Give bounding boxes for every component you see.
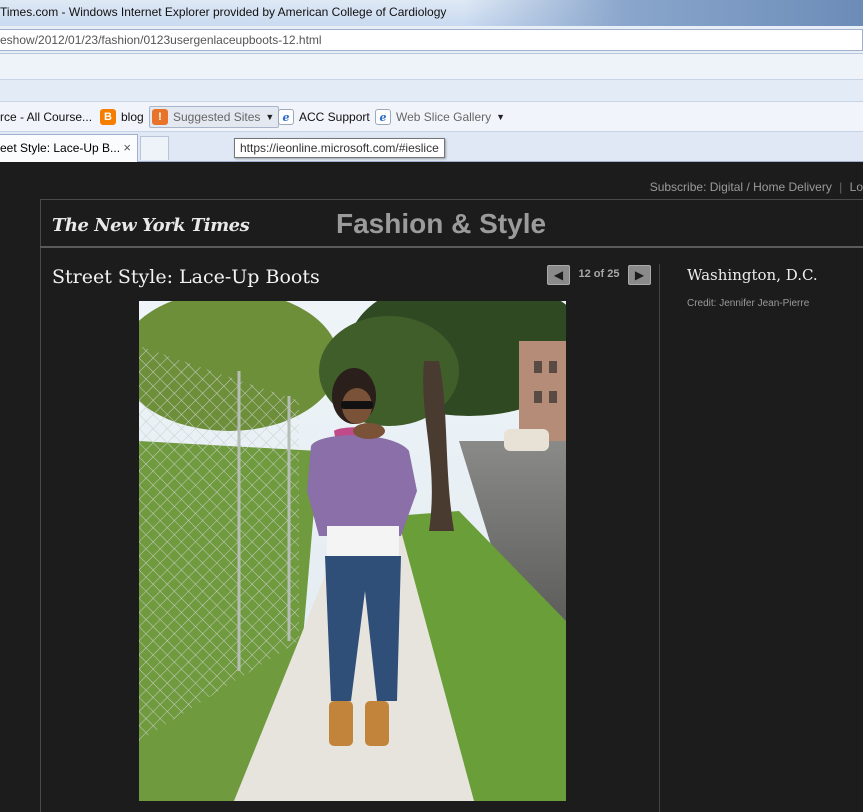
address-bar: eshow/2012/01/23/fashion/0123usergenlace… [0,26,863,54]
next-slide-button[interactable]: ▶ [628,265,651,285]
favorite-acc-support[interactable]: e ACC Support [278,108,370,126]
ie-page-icon: e [375,109,391,125]
favorite-all-courses[interactable]: rce - All Course... [0,108,92,126]
slideshow-photo [139,301,566,801]
command-bar [0,80,863,102]
suggested-sites-icon: ! [152,109,168,125]
blogger-icon: B [100,109,116,125]
nyt-logo[interactable]: The New York Times [52,215,250,236]
digital-link[interactable]: Digital [710,180,743,194]
utility-links: Subscribe: Digital / Home Delivery | Lo [650,180,863,194]
favorite-label: ACC Support [299,110,370,124]
favorite-web-slice-gallery[interactable]: e Web Slice Gallery ▼ [375,108,505,126]
favorite-label: blog [121,110,144,124]
tab-label: eet Style: Lace-Up B... [0,141,121,155]
favorite-label: Web Slice Gallery [396,110,492,124]
divider: / [746,180,750,194]
slide-counter: 12 of 25 [578,268,620,280]
titlebar-glare [463,0,863,26]
caption-title: Washington, D.C. [687,266,818,284]
new-tab-button[interactable] [140,136,169,160]
ie-page-icon: e [278,109,294,125]
subscribe-label: Subscribe: [649,180,707,194]
column-divider [659,264,660,812]
chevron-down-icon: ▼ [265,112,275,122]
login-link[interactable]: Lo [850,180,863,194]
favorite-label: rce - All Course... [0,110,93,124]
suggested-sites-button[interactable]: ! Suggested Sites ▼ [149,106,280,128]
favorites-bar: rce - All Course... B blog ! Suggested S… [0,102,863,132]
menu-bar [0,54,863,80]
close-icon[interactable]: × [123,135,131,161]
window-titlebar: Times.com - Windows Internet Explorer pr… [0,0,863,26]
chevron-down-icon: ▼ [496,112,506,122]
home-delivery-link[interactable]: Home Delivery [753,180,832,194]
favorite-label: Suggested Sites [173,110,261,124]
favorite-blog[interactable]: B blog [100,108,144,126]
section-title[interactable]: Fashion & Style [336,208,546,240]
photo-credit: Credit: Jennifer Jean-Pierre [687,298,810,309]
window-title: Times.com - Windows Internet Explorer pr… [0,5,447,19]
previous-slide-button[interactable]: ◀ [547,265,570,285]
masthead-rule [40,246,863,248]
divider: | [839,180,843,194]
tab-street-style[interactable]: eet Style: Lace-Up B... × [0,134,138,162]
slide-title: Street Style: Lace-Up Boots [52,266,320,288]
url-field[interactable]: eshow/2012/01/23/fashion/0123usergenlace… [0,29,863,51]
url-tooltip: https://ieonline.microsoft.com/#ieslice [234,138,445,158]
